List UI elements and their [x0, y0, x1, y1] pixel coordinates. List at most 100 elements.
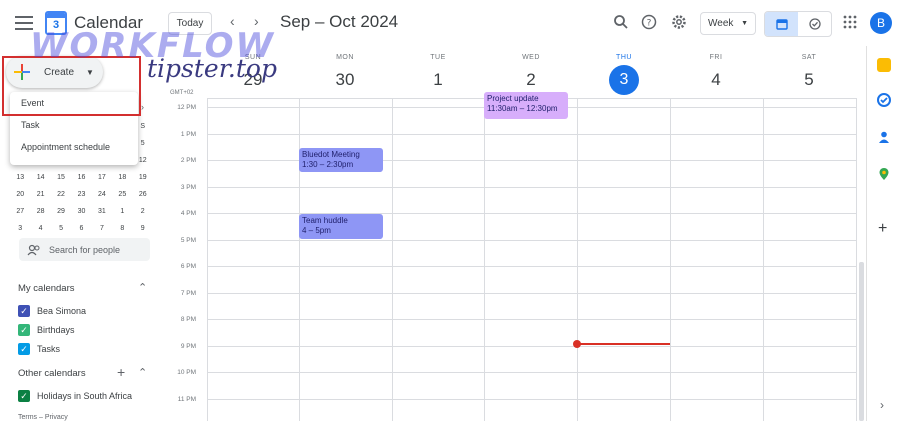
mini-day[interactable]: 17 [92, 169, 112, 186]
chevron-up-icon[interactable]: ⌃ [138, 281, 147, 294]
checkbox-checked-icon[interactable]: ✓ [18, 324, 30, 336]
calendar-item-label: Bea Simona [37, 306, 87, 316]
event-bluedot-meeting[interactable]: Bluedot Meeting 1:30 – 2:30pm [299, 148, 383, 172]
grid-line [670, 98, 671, 421]
calendar-item-bea-simona[interactable]: ✓ Bea Simona [18, 305, 86, 317]
hour-label: 9 PM [180, 343, 196, 350]
mini-day[interactable]: 8 [112, 220, 132, 237]
other-calendars-title[interactable]: Other calendars [18, 368, 86, 379]
mini-day[interactable]: 15 [51, 169, 71, 186]
settings-gear-icon[interactable] [669, 12, 689, 32]
chevron-up-icon[interactable]: ⌃ [138, 366, 147, 379]
mini-day[interactable]: 21 [30, 186, 50, 203]
mini-day[interactable]: 24 [92, 186, 112, 203]
day-number[interactable]: 30 [299, 65, 391, 95]
mini-day[interactable]: 9 [133, 220, 153, 237]
mini-day[interactable]: 7 [92, 220, 112, 237]
mini-day[interactable]: 30 [71, 203, 91, 220]
grid-scrollbar[interactable] [859, 262, 864, 421]
main-menu-icon[interactable] [13, 12, 35, 34]
calendar-icon [775, 19, 788, 30]
help-icon[interactable]: ? [639, 12, 659, 32]
mini-day[interactable]: 31 [92, 203, 112, 220]
checkbox-checked-icon[interactable]: ✓ [18, 305, 30, 317]
mini-calendar-next-icon[interactable]: › [141, 102, 144, 112]
maps-icon[interactable] [877, 167, 891, 181]
calendar-view-toggle[interactable] [765, 12, 798, 36]
mini-day[interactable]: 16 [71, 169, 91, 186]
calendar-item-birthdays[interactable]: ✓ Birthdays [18, 324, 75, 336]
get-add-ons-plus-icon[interactable]: + [878, 220, 887, 238]
terms-privacy-link[interactable]: Terms – Privacy [18, 414, 68, 421]
mini-day[interactable]: 5 [51, 220, 71, 237]
day-header-fri: FRI 4 [670, 54, 762, 95]
mini-day[interactable]: 19 [133, 169, 153, 186]
mini-day[interactable]: 14 [30, 169, 50, 186]
grid-line [207, 187, 857, 188]
tasks-icon[interactable] [877, 93, 891, 107]
next-week-icon[interactable]: › [254, 13, 259, 29]
account-avatar[interactable]: B [870, 12, 892, 34]
mini-day[interactable]: 4 [30, 220, 50, 237]
day-number[interactable]: 29 [207, 65, 299, 95]
event-time: 1:30 – 2:30pm [302, 160, 354, 169]
day-number[interactable]: 1 [392, 65, 484, 95]
add-calendar-icon[interactable]: + [117, 364, 125, 380]
expand-panel-chevron-icon[interactable]: › [880, 398, 884, 412]
tasks-view-toggle[interactable] [798, 12, 831, 36]
week-grid[interactable] [207, 98, 857, 421]
grid-line [299, 98, 300, 421]
mini-day[interactable]: 25 [112, 186, 132, 203]
day-number[interactable]: 5 [763, 65, 855, 95]
date-range-title: Sep – Oct 2024 [280, 12, 399, 31]
checkbox-checked-icon[interactable]: ✓ [18, 390, 30, 402]
grid-line [207, 266, 857, 267]
mini-day[interactable]: 22 [51, 186, 71, 203]
menu-item-task[interactable]: Task [10, 114, 138, 136]
day-header-thu-today: THU 3 [578, 54, 670, 95]
calendar-item-tasks[interactable]: ✓ Tasks [18, 343, 60, 355]
search-people-input[interactable]: Search for people [19, 238, 150, 261]
day-number[interactable]: 4 [670, 65, 762, 95]
hour-label: 11 PM [177, 396, 196, 403]
side-panel-rail: + › [866, 46, 900, 421]
app-title[interactable]: Calendar [74, 13, 143, 33]
today-button[interactable]: Today [168, 12, 212, 35]
my-calendars-title[interactable]: My calendars [18, 283, 75, 294]
calendar-item-holidays[interactable]: ✓ Holidays in South Africa [18, 390, 132, 402]
mini-day[interactable]: 6 [71, 220, 91, 237]
day-number-today[interactable]: 3 [609, 65, 639, 95]
mini-day[interactable]: 29 [51, 203, 71, 220]
contacts-icon[interactable] [877, 130, 891, 144]
search-icon[interactable] [611, 12, 631, 32]
event-project-update[interactable]: Project update 11:30am – 12:30pm [484, 92, 568, 119]
menu-item-event[interactable]: Event [10, 92, 138, 114]
mini-day[interactable]: 13 [10, 169, 30, 186]
apps-grid-icon[interactable] [840, 12, 860, 32]
day-name: SAT [801, 54, 817, 61]
event-team-huddle[interactable]: Team huddle 4 – 5pm [299, 214, 383, 239]
hour-label: 3 PM [180, 184, 196, 191]
hour-label: 12 PM [177, 104, 196, 111]
view-selector[interactable]: Week ▼ [700, 12, 756, 35]
event-title: Project update [487, 94, 539, 103]
mini-day[interactable]: 18 [112, 169, 132, 186]
mini-day[interactable]: 2 [133, 203, 153, 220]
grid-line [856, 98, 857, 421]
hour-label: 7 PM [180, 290, 196, 297]
mini-day[interactable]: 3 [10, 220, 30, 237]
checkbox-checked-icon[interactable]: ✓ [18, 343, 30, 355]
menu-item-appointment-schedule[interactable]: Appointment schedule [10, 136, 138, 158]
previous-week-icon[interactable]: ‹ [230, 13, 235, 29]
keep-notes-icon[interactable] [877, 58, 891, 72]
mini-day[interactable]: 1 [112, 203, 132, 220]
day-number[interactable]: 2 [485, 65, 577, 95]
calendar-item-label: Holidays in South Africa [37, 391, 133, 401]
mini-day[interactable]: 27 [10, 203, 30, 220]
day-header-sat: SAT 5 [763, 54, 855, 95]
create-button[interactable]: Create ▼ [6, 56, 103, 88]
mini-day[interactable]: 20 [10, 186, 30, 203]
mini-day[interactable]: 23 [71, 186, 91, 203]
mini-day[interactable]: 28 [30, 203, 50, 220]
mini-day[interactable]: 26 [133, 186, 153, 203]
